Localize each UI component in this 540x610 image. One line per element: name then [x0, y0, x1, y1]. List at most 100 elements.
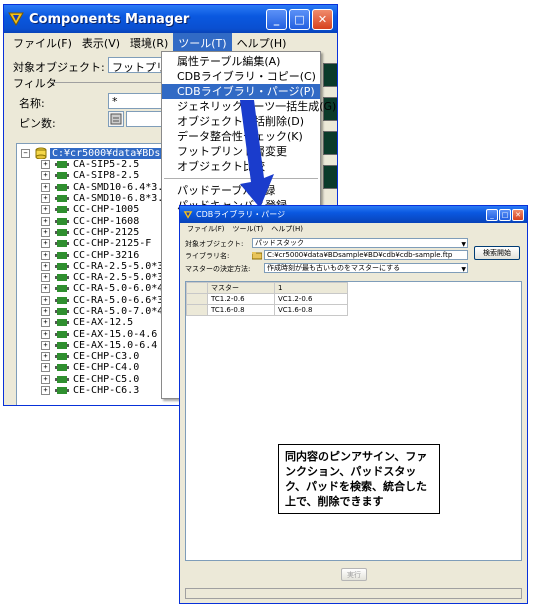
description-callout: 同内容のピンアサイン、ファンクション、パッドスタック、パッドを検索、統合した上で…: [278, 444, 440, 514]
target-object-label: 対象オブジェクト:: [185, 240, 244, 248]
component-icon: [55, 330, 69, 338]
component-icon: [55, 308, 69, 315]
expand-icon[interactable]: +: [41, 171, 50, 181]
pin-count-label: ピン数:: [19, 117, 56, 130]
table-cell[interactable]: TC1.6-0.8: [207, 304, 275, 316]
expand-icon[interactable]: +: [41, 386, 50, 396]
expand-icon[interactable]: +: [41, 261, 50, 271]
purge-result-table: マスター 1 TC1.2-0.6 VC1.2-0.6 TC1.6-0.8 VC1…: [186, 282, 348, 316]
expand-icon[interactable]: +: [41, 160, 50, 170]
expand-icon[interactable]: +: [41, 216, 50, 226]
menu-file[interactable]: ファイル(F): [8, 33, 77, 53]
tree-item-label: CE-CHP-C4.0: [73, 362, 140, 374]
tree-item-label: CC-RA-5.0-7.0*4.0: [73, 306, 176, 317]
component-icon: [55, 195, 69, 203]
table-cell[interactable]: VC1.2-0.6: [274, 293, 348, 305]
component-icon: [55, 274, 69, 282]
expand-icon[interactable]: +: [41, 374, 50, 384]
component-icon: [55, 319, 69, 327]
component-icon: [55, 172, 69, 180]
component-icon: [55, 341, 69, 349]
expand-icon[interactable]: +: [41, 352, 50, 362]
header-master[interactable]: マスター: [207, 282, 275, 294]
expand-icon[interactable]: +: [41, 205, 50, 215]
search-start-button[interactable]: 検索開始: [474, 246, 520, 260]
expand-icon[interactable]: +: [41, 250, 50, 260]
expand-icon[interactable]: +: [41, 227, 50, 237]
menu-help[interactable]: ヘルプ(H): [232, 33, 292, 53]
maximize-button[interactable]: □: [499, 208, 511, 221]
execute-button[interactable]: 実行: [341, 568, 367, 581]
tree-item-label: CC-CHP-2125-F: [73, 238, 152, 250]
component-icon: [55, 206, 69, 214]
table-cell[interactable]: TC1.2-0.6: [207, 293, 275, 305]
collapse-icon[interactable]: −: [21, 148, 30, 158]
component-icon: [55, 217, 69, 225]
folder-icon[interactable]: [251, 250, 263, 260]
header-1[interactable]: 1: [274, 282, 348, 294]
expand-icon[interactable]: +: [41, 182, 50, 192]
name-input[interactable]: *: [108, 93, 168, 109]
tree-item-label: CC-RA-5.0-6.0*4.0: [73, 283, 176, 295]
dropdown-arrow-icon: ▼: [461, 266, 466, 273]
expand-icon[interactable]: +: [41, 307, 50, 316]
tree-item-label: CA-SMD10-6.4*3.2: [73, 181, 170, 193]
target-object-label: 対象オブジェクト:: [13, 61, 105, 74]
expand-icon[interactable]: +: [41, 239, 50, 249]
expand-icon[interactable]: +: [41, 318, 50, 328]
expand-icon[interactable]: +: [41, 284, 50, 294]
menu-item-attribute-table[interactable]: 属性テーブル編集(A): [162, 54, 320, 69]
master-method-select[interactable]: 作成時刻が最も古いものをマスターにする ▼: [264, 263, 468, 273]
menu-view[interactable]: 表示(V): [77, 33, 125, 53]
minimize-button[interactable]: _: [266, 8, 287, 30]
purge-menubar: ファイル(F) ツール(T) ヘルプ(H): [180, 223, 527, 235]
tree-item-label: CE-CHP-C5.0: [73, 373, 140, 385]
menu-tools[interactable]: ツール(T): [229, 224, 268, 234]
expand-icon[interactable]: +: [41, 340, 50, 350]
close-button[interactable]: ✕: [312, 8, 333, 30]
menu-file[interactable]: ファイル(F): [183, 224, 229, 234]
tree-item-label: CC-CHP-3216: [73, 249, 140, 261]
menu-help[interactable]: ヘルプ(H): [267, 224, 307, 234]
side-tool-icon[interactable]: [323, 131, 337, 155]
main-titlebar[interactable]: Components Manager _ □ ✕: [4, 5, 337, 33]
calculator-icon[interactable]: [108, 111, 124, 127]
expand-icon[interactable]: +: [41, 363, 50, 373]
side-tool-icon[interactable]: [323, 165, 337, 189]
menu-item-cdb-purge[interactable]: CDBライブラリ・パージ(P): [162, 84, 320, 99]
close-button[interactable]: ✕: [512, 208, 524, 221]
filter-label: フィルタ: [13, 77, 57, 90]
table-header-row: マスター 1: [186, 282, 348, 294]
tree-item-label: CA-SIP5-2.5: [73, 159, 140, 171]
expand-icon[interactable]: +: [41, 295, 50, 305]
library-label: ライブラリ名:: [185, 252, 230, 260]
target-object-select[interactable]: パッドスタック ▼: [252, 238, 468, 248]
expand-icon[interactable]: +: [41, 329, 50, 339]
tree-item-label: CE-CHP-C3.0: [73, 351, 140, 363]
table-row[interactable]: TC1.6-0.8 VC1.6-0.8: [186, 304, 348, 316]
menu-item-cdb-copy[interactable]: CDBライブラリ・コピー(C): [162, 69, 320, 84]
tree-item-label: CE-AX-15.0-4.6: [73, 328, 158, 340]
status-bar: [185, 588, 522, 599]
row-header-cell: [186, 304, 208, 316]
table-row[interactable]: TC1.2-0.6 VC1.2-0.6: [186, 293, 348, 305]
expand-icon[interactable]: +: [41, 273, 50, 283]
purge-result-grid[interactable]: マスター 1 TC1.2-0.6 VC1.2-0.6 TC1.6-0.8 VC1…: [185, 281, 522, 561]
component-icon: [55, 285, 69, 293]
menu-tools[interactable]: ツール(T): [173, 33, 232, 53]
target-object-select[interactable]: フットプリ: [108, 57, 168, 73]
component-icon: [55, 387, 69, 395]
table-cell[interactable]: VC1.6-0.8: [274, 304, 348, 316]
tree-item-label: CC-RA-2.5-5.0*3.6: [73, 272, 176, 284]
tree-item-label: CC-RA-5.0-6.6*3.6: [73, 294, 176, 306]
purge-titlebar[interactable]: CDBライブラリ・パージ _ □ ✕: [180, 206, 527, 223]
minimize-button[interactable]: _: [486, 208, 498, 221]
expand-icon[interactable]: +: [41, 194, 50, 204]
library-path-input[interactable]: C:¥cr5000¥data¥BDsample¥BD¥cdb¥cdb-sampl…: [264, 250, 468, 260]
menu-environment[interactable]: 環境(R): [125, 33, 173, 53]
side-tool-icon[interactable]: [323, 63, 337, 87]
pointer-arrow-icon: [240, 100, 274, 208]
maximize-button[interactable]: □: [289, 8, 310, 30]
target-object-value: パッドスタック: [255, 239, 304, 247]
component-icon: [55, 353, 69, 361]
